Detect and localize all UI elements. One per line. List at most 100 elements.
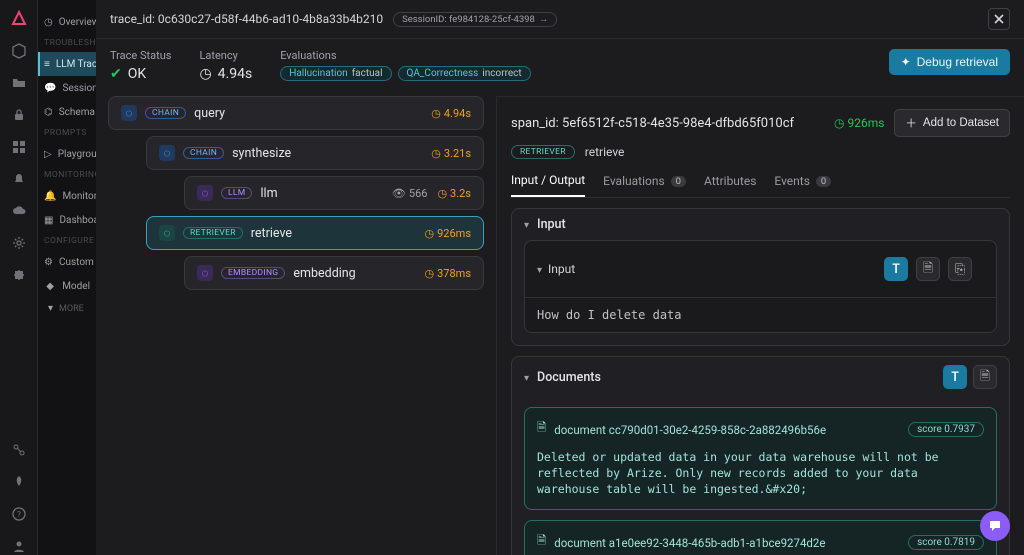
play-icon: ▷ bbox=[44, 147, 52, 161]
clock-icon: ◷ bbox=[199, 66, 211, 82]
span-kind: RETRIEVER bbox=[183, 227, 243, 239]
sidebar-item-label: LLM Tracing bbox=[56, 59, 96, 70]
topbar: trace_id: 0c630c27-d58f-44b6-ad10-4b8a33… bbox=[96, 0, 1024, 39]
schema-icon: ⌬ bbox=[44, 105, 53, 119]
rocket-icon[interactable] bbox=[10, 473, 28, 491]
tab-evaluations[interactable]: Evaluations0 bbox=[603, 167, 686, 197]
graph-icon[interactable] bbox=[10, 441, 28, 459]
sidebar-header: CONFIGURE bbox=[38, 232, 96, 250]
tab-input-output[interactable]: Input / Output bbox=[511, 167, 585, 197]
file-view-button[interactable]: 🗎 bbox=[973, 365, 997, 389]
tab-events[interactable]: Events0 bbox=[774, 167, 831, 197]
llm-icon: ◌ bbox=[197, 185, 213, 201]
file-icon: 🗎 bbox=[537, 533, 546, 552]
folder-icon[interactable] bbox=[10, 74, 28, 92]
sidebar-item-monitors[interactable]: 🔔 Monitors bbox=[38, 184, 96, 208]
eval-tag[interactable]: QA_Correctness incorrect bbox=[398, 66, 531, 81]
sidebar-item-label: Sessions bbox=[62, 83, 96, 94]
op-name: retrieve bbox=[585, 145, 625, 159]
user-icon[interactable] bbox=[10, 537, 28, 555]
span-kind: CHAIN bbox=[145, 107, 186, 119]
sidebar-item-schema[interactable]: ⌬ Schema bbox=[38, 100, 96, 124]
sidebar-item-model[interactable]: ◆ Model bbox=[38, 274, 96, 298]
span-node-query[interactable]: ◌ CHAIN query ◷ 4.94s bbox=[108, 96, 484, 130]
dash-icon: ▦ bbox=[44, 213, 53, 227]
chevron-down-icon[interactable] bbox=[537, 262, 542, 276]
chat-fab[interactable] bbox=[980, 511, 1010, 541]
overview-icon: ◷ bbox=[44, 15, 53, 29]
sparkle-icon: ✦ bbox=[901, 55, 911, 69]
tab-attributes[interactable]: Attributes bbox=[704, 167, 756, 197]
split: ◌ CHAIN query ◷ 4.94s ◌ CHAIN synthesize… bbox=[96, 96, 1024, 555]
detail-tabs: Input / Output Evaluations0 Attributes E… bbox=[511, 167, 1010, 198]
cloud-icon[interactable] bbox=[10, 202, 28, 220]
grid-icon[interactable] bbox=[10, 138, 28, 156]
lock-icon[interactable] bbox=[10, 106, 28, 124]
sidebar-item-playground[interactable]: ▷ Playground bbox=[38, 142, 96, 166]
span-node-synthesize[interactable]: ◌ CHAIN synthesize ◷ 3.21s bbox=[146, 136, 484, 170]
add-to-dataset-button[interactable]: ＋ Add to Dataset bbox=[894, 109, 1010, 137]
file-view-button[interactable]: 🗎 bbox=[916, 257, 940, 281]
sidebar: ◷ Overview TROUBLESHOOTING ≡ LLM Tracing… bbox=[38, 0, 96, 555]
logo-icon bbox=[10, 10, 28, 28]
document-card: 🗎 document a1e0ee92-3448-465b-adb1-a1bce… bbox=[524, 520, 997, 555]
sidebar-item-llm-tracing[interactable]: ≡ LLM Tracing bbox=[38, 52, 96, 76]
plus-icon: ＋ bbox=[905, 115, 917, 131]
bell-icon[interactable] bbox=[10, 170, 28, 188]
span-node-llm[interactable]: ◌ LLM llm 👁 566 ◷ 3.2s bbox=[184, 176, 484, 210]
span-node-retrieve[interactable]: ◌ RETRIEVER retrieve ◷ 926ms bbox=[146, 216, 484, 250]
embedding-icon: ◌ bbox=[197, 265, 213, 281]
debug-retrieval-button[interactable]: ✦ Debug retrieval bbox=[889, 49, 1010, 75]
span-kind: CHAIN bbox=[183, 147, 224, 159]
puzzle-icon[interactable] bbox=[10, 266, 28, 284]
evaluations: Evaluations Hallucination factual QA_Cor… bbox=[280, 49, 531, 81]
document-card: 🗎 document cc790d01-30e2-4259-858c-2a882… bbox=[524, 407, 997, 510]
sidebar-header: PROMPTS bbox=[38, 124, 96, 142]
span-name: llm bbox=[260, 186, 277, 201]
sidebar-item-overview[interactable]: ◷ Overview bbox=[38, 10, 96, 34]
sidebar-item-label: Model bbox=[62, 281, 90, 292]
sidebar-item-label: Custom bbox=[59, 257, 94, 268]
cube-icon[interactable] bbox=[10, 42, 28, 60]
retriever-tag: RETRIEVER bbox=[511, 145, 575, 159]
sidebar-item-label: Playground bbox=[58, 149, 96, 160]
detail-header: span_id: 5ef6512f-c518-4e35-98e4-dfbd65f… bbox=[511, 101, 1010, 143]
latency-badge: ◷ 926ms bbox=[425, 227, 471, 240]
help-icon[interactable]: ? bbox=[10, 505, 28, 523]
sidebar-item-label: Overview bbox=[59, 17, 96, 28]
sidebar-header: MONITORING bbox=[38, 166, 96, 184]
main-panel: trace_id: 0c630c27-d58f-44b6-ad10-4b8a33… bbox=[96, 0, 1024, 555]
span-name: query bbox=[194, 106, 225, 121]
sidebar-item-dashboards[interactable]: ▦ Dashboards bbox=[38, 208, 96, 232]
close-button[interactable] bbox=[988, 8, 1010, 30]
bell-icon: 🔔 bbox=[44, 189, 56, 203]
text-view-button[interactable]: T bbox=[943, 365, 967, 389]
text-view-button[interactable]: T bbox=[884, 257, 908, 281]
input-card: Input T 🗎 ⎘ How do I delete data bbox=[524, 240, 997, 333]
arrow-right-icon: → bbox=[539, 14, 549, 25]
span-node-embedding[interactable]: ◌ EMBEDDING embedding ◷ 378ms bbox=[184, 256, 484, 290]
latency: Latency ◷ 4.94s bbox=[199, 49, 252, 82]
chain-icon: ◌ bbox=[121, 105, 137, 121]
section-title: Input bbox=[537, 217, 566, 232]
document-name: document a1e0ee92-3448-465b-adb1-a1bce92… bbox=[554, 536, 825, 550]
input-text: How do I delete data bbox=[525, 298, 996, 332]
chevron-down-icon[interactable] bbox=[524, 217, 529, 232]
sidebar-item-sessions[interactable]: 💬 Sessions bbox=[38, 76, 96, 100]
sidebar-item-custom[interactable]: ⚙ Custom bbox=[38, 250, 96, 274]
file-icon: 🗎 bbox=[537, 420, 546, 439]
latency-badge: ◷ 4.94s bbox=[431, 107, 471, 120]
chevron-down-icon[interactable] bbox=[524, 370, 529, 385]
gear-icon[interactable] bbox=[10, 234, 28, 252]
input-label: Input bbox=[548, 262, 575, 276]
span-name: retrieve bbox=[251, 226, 292, 241]
icon-rail: ? bbox=[0, 0, 38, 555]
session-pill[interactable]: SessionID: fe984128-25cf-4398 → bbox=[393, 12, 557, 27]
sidebar-more[interactable]: MORE bbox=[38, 298, 96, 319]
chevron-down-icon bbox=[48, 303, 53, 314]
copy-button[interactable]: ⎘ bbox=[948, 257, 972, 281]
detail-pane: span_id: 5ef6512f-c518-4e35-98e4-dfbd65f… bbox=[496, 96, 1024, 555]
sliders-icon: ⚙ bbox=[44, 255, 53, 269]
eval-tag[interactable]: Hallucination factual bbox=[280, 66, 391, 81]
input-section: Input Input T 🗎 ⎘ How do I delete data bbox=[511, 208, 1010, 346]
